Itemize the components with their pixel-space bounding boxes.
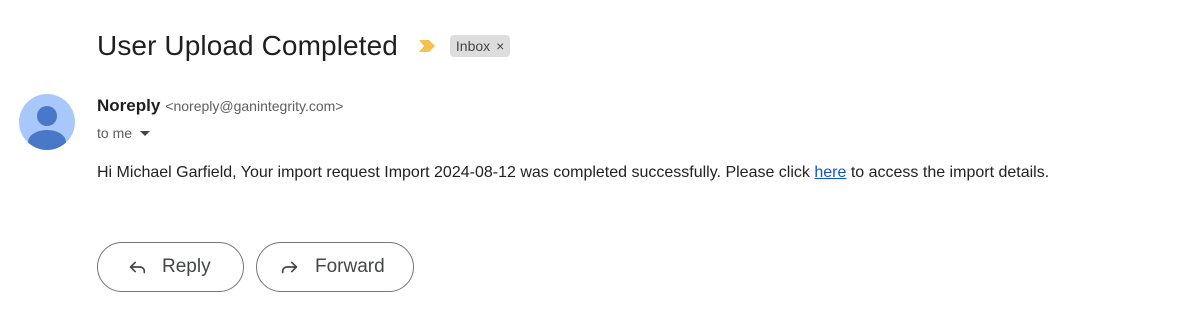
person-avatar-icon — [28, 106, 66, 150]
remove-label-icon[interactable]: × — [496, 38, 504, 54]
body-text-before-link: Hi Michael Garfield, Your import request… — [97, 164, 815, 181]
importance-marker-icon[interactable] — [418, 39, 436, 53]
sender-line: Noreply <noreply@ganintegrity.com> — [97, 96, 343, 120]
reply-label: Reply — [162, 256, 211, 277]
sender-email: <noreply@ganintegrity.com> — [165, 98, 344, 114]
email-view: User Upload Completed Inbox × Noreply <n… — [0, 0, 1200, 310]
reply-button[interactable]: Reply — [97, 242, 244, 292]
recipient-line: to me — [97, 124, 343, 142]
forward-button[interactable]: Forward — [256, 242, 414, 292]
subject-row: User Upload Completed Inbox × — [97, 26, 511, 66]
forward-label: Forward — [315, 256, 385, 277]
label-chip-text: Inbox — [455, 38, 491, 54]
sender-block: Noreply <noreply@ganintegrity.com> to me — [97, 96, 343, 142]
email-subject: User Upload Completed — [97, 30, 398, 61]
forward-arrow-icon — [281, 261, 298, 274]
chevron-down-icon[interactable] — [140, 130, 151, 136]
import-details-link[interactable]: here — [814, 164, 846, 181]
email-body: Hi Michael Garfield, Your import request… — [97, 164, 1049, 182]
recipient-text: to me — [97, 125, 133, 141]
reply-arrow-icon — [129, 261, 146, 274]
sender-name[interactable]: Noreply — [97, 96, 160, 116]
body-text-after-link: to access the import details. — [846, 164, 1050, 181]
label-chip-inbox: Inbox × — [449, 35, 511, 57]
sender-avatar[interactable] — [19, 94, 75, 150]
